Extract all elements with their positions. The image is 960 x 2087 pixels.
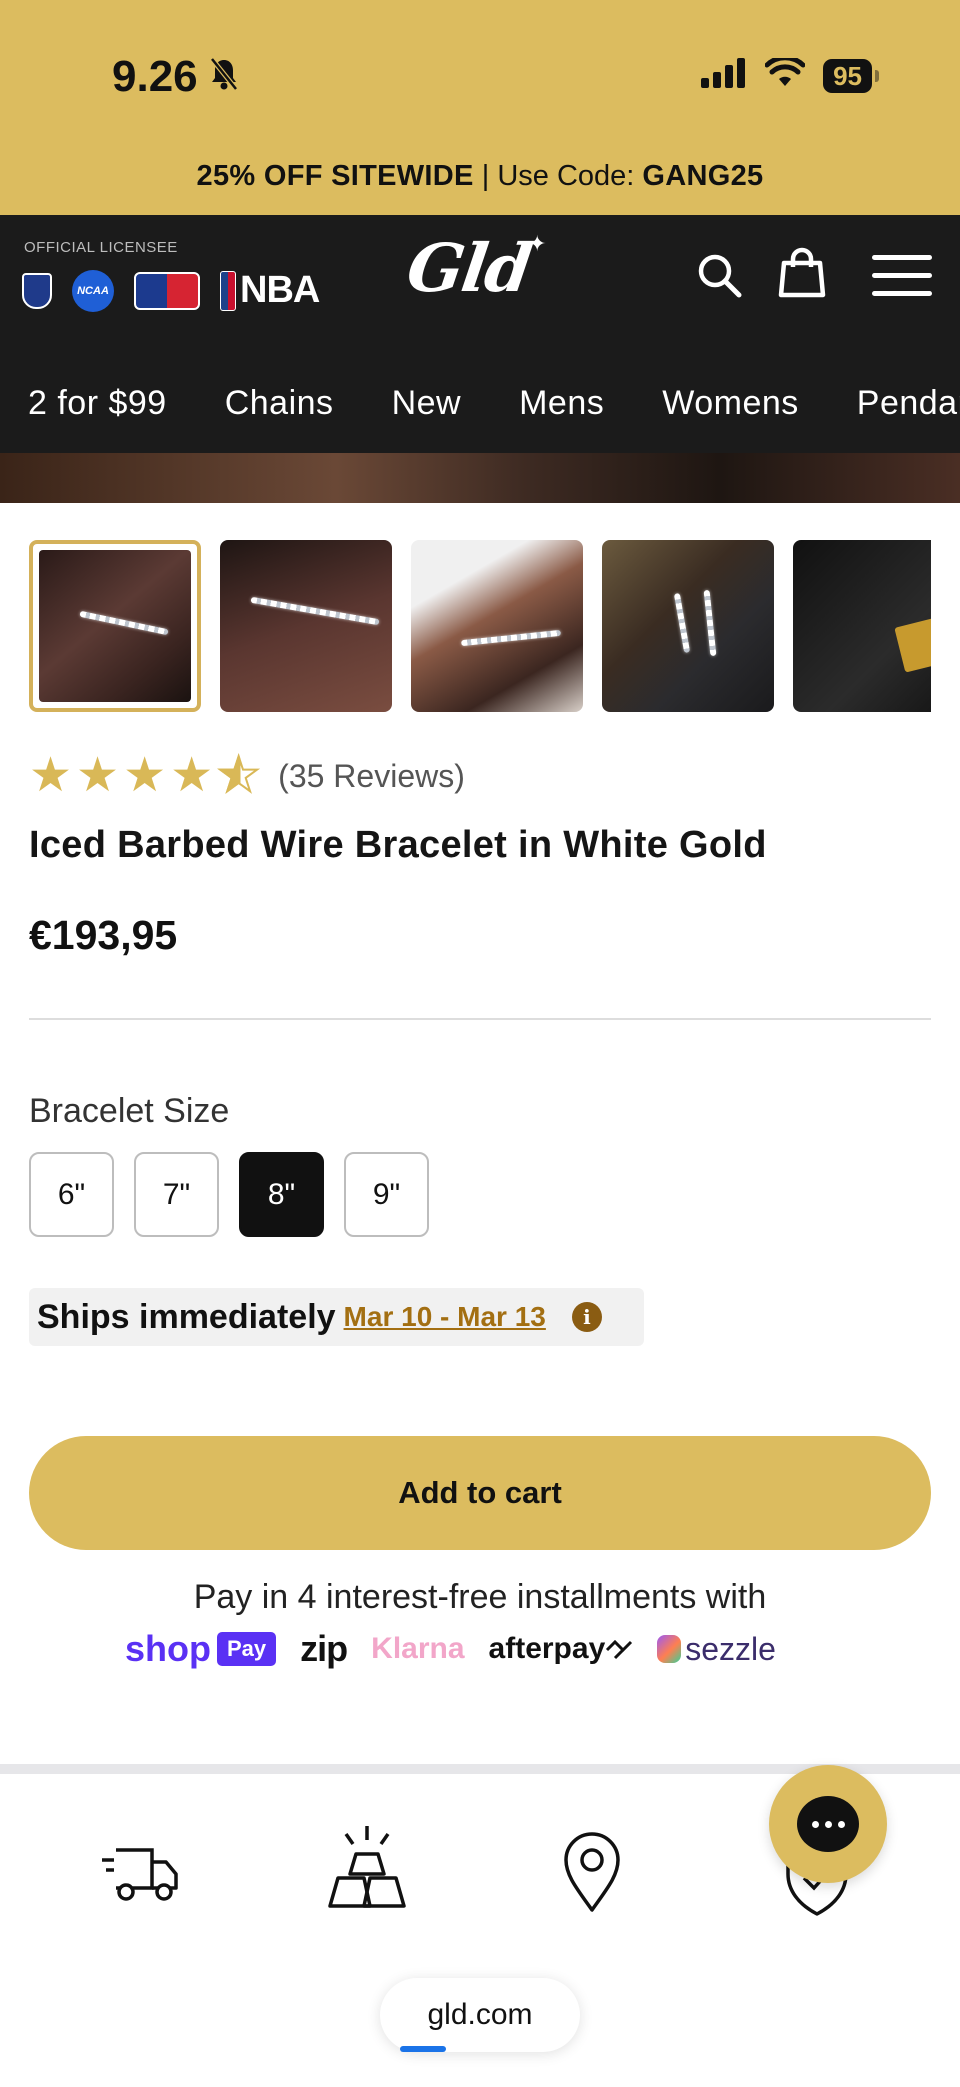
delivery-truck-icon: [100, 1840, 180, 1911]
size-option-9[interactable]: 9": [344, 1152, 429, 1237]
review-count[interactable]: (35 Reviews): [278, 758, 465, 795]
klarna-logo[interactable]: Klarna: [371, 1632, 464, 1666]
thumbnail-2[interactable]: [220, 540, 392, 712]
star-half-icon: ★: [216, 749, 261, 802]
sezzle-logo[interactable]: sezzle: [657, 1631, 776, 1668]
afterpay-logo[interactable]: afterpay: [489, 1632, 634, 1666]
wifi-icon: [764, 55, 806, 93]
top-band: 9.26 95 25% OFF SITEWIDE | Use Code: GAN…: [0, 0, 960, 215]
add-to-cart-button[interactable]: Add to cart: [29, 1436, 931, 1550]
product-title: Iced Barbed Wire Bracelet in White Gold: [29, 824, 767, 866]
product-price: €193,95: [29, 912, 178, 958]
thumbnail-3[interactable]: [411, 540, 583, 712]
site-header: OFFICIAL LICENSEE NCAA NBA Gld ✦ 2 for $…: [0, 215, 960, 453]
status-icons: 95: [701, 55, 879, 93]
nav-item-mens[interactable]: Mens: [519, 384, 604, 423]
chat-button[interactable]: [769, 1765, 887, 1883]
gold-bars-icon: [328, 1822, 406, 1917]
nav-item-pendants[interactable]: Pendants: [857, 384, 960, 423]
star-full-icon: ★: [170, 749, 214, 802]
promo-headline: 25% OFF SITEWIDE: [196, 160, 474, 192]
nav-item-2-for-99[interactable]: 2 for $99: [28, 384, 167, 423]
ship-status: Ships immediately: [37, 1297, 336, 1336]
promo-separator: | Use Code:: [473, 160, 643, 192]
mlb-logo-icon: [134, 271, 200, 310]
shopping-bag-icon[interactable]: [778, 247, 826, 304]
licensee-label: OFFICIAL LICENSEE: [24, 239, 178, 256]
installments-text: Pay in 4 interest-free installments with: [193, 1578, 767, 1616]
menu-icon[interactable]: [872, 255, 932, 302]
brand-sparkle-icon: ✦: [528, 231, 547, 256]
promo-banner[interactable]: 25% OFF SITEWIDE | Use Code: GANG25: [0, 160, 960, 193]
shop-pay-logo[interactable]: shop Pay: [125, 1628, 277, 1670]
search-icon[interactable]: [695, 251, 743, 304]
payment-logos: shop Pay zip Klarna afterpay sezzle: [125, 1628, 776, 1670]
location-pin-icon: [560, 1830, 624, 1919]
league-logos: NCAA NBA: [22, 269, 320, 312]
nfl-logo-icon: [22, 272, 52, 309]
size-label: Bracelet Size: [29, 1092, 230, 1130]
product-hero-image[interactable]: [0, 453, 960, 503]
nav-item-new[interactable]: New: [392, 384, 462, 423]
size-selector: 6" 7" 8" 9": [29, 1152, 429, 1237]
star-full-icon: ★: [76, 749, 120, 802]
signal-icon: [701, 58, 747, 93]
nba-logo-icon: NBA: [220, 269, 320, 312]
status-time: 9.26: [112, 52, 240, 102]
ncaa-logo-icon: NCAA: [72, 269, 114, 312]
divider: [29, 1018, 931, 1020]
page-load-progress: [400, 2046, 446, 2052]
category-nav: 2 for $99 Chains New Mens Womens Pendant…: [0, 353, 960, 453]
star-full-icon: ★: [29, 749, 73, 802]
chat-bubble-icon: [797, 1796, 859, 1852]
thumbnail-5[interactable]: [793, 540, 931, 712]
size-option-6[interactable]: 6": [29, 1152, 114, 1237]
thumbnail-carousel: [29, 540, 931, 714]
time-text: 9.26: [112, 52, 198, 101]
brand-logo[interactable]: Gld: [403, 229, 536, 307]
thumbnail-4[interactable]: [602, 540, 774, 712]
star-full-icon: ★: [123, 749, 167, 802]
promo-code: GANG25: [642, 160, 764, 192]
shipping-info: Ships immediately Mar 10 - Mar 13 i: [29, 1288, 644, 1346]
info-icon[interactable]: i: [571, 1302, 602, 1332]
zip-logo[interactable]: zip: [300, 1628, 348, 1670]
nav-item-womens[interactable]: Womens: [662, 384, 799, 423]
rating-row[interactable]: ★ ★ ★ ★ ★ (35 Reviews): [29, 749, 465, 802]
thumbnail-1[interactable]: [29, 540, 201, 712]
size-option-8[interactable]: 8": [239, 1152, 324, 1237]
browser-url-bar[interactable]: gld.com: [380, 1978, 580, 2052]
battery-indicator: 95: [823, 58, 879, 93]
nav-item-chains[interactable]: Chains: [225, 384, 334, 423]
size-option-7[interactable]: 7": [134, 1152, 219, 1237]
bell-muted-icon: [208, 52, 240, 102]
ship-date-link[interactable]: Mar 10 - Mar 13: [344, 1301, 546, 1333]
